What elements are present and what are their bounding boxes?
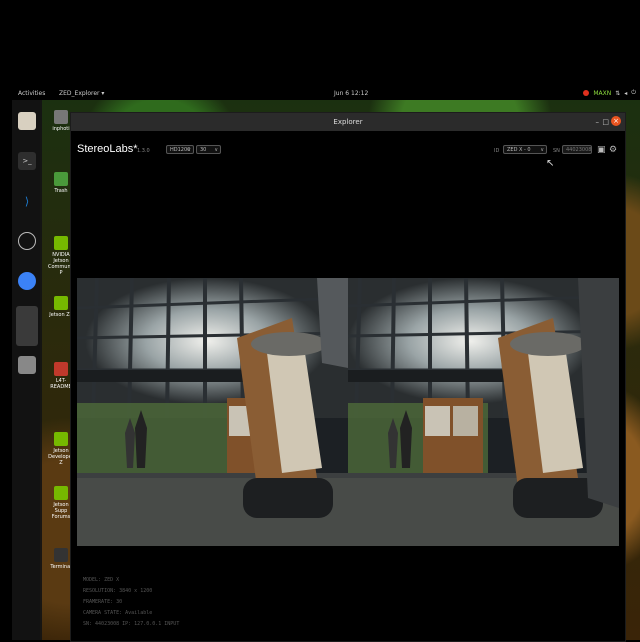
terminal-icon[interactable]: >_ <box>18 152 36 170</box>
nvidia-icon <box>54 296 68 310</box>
chevron-down-icon: ∨ <box>214 147 218 153</box>
chevron-down-icon: ∨ <box>540 147 544 153</box>
trash-icon <box>54 172 68 186</box>
brand-logo: StereoLabs* <box>77 143 138 155</box>
terminal-icon <box>54 548 68 562</box>
nvidia-icon <box>54 432 68 446</box>
id-label: ID <box>494 148 500 154</box>
chevron-down-icon: ∨ <box>187 147 191 153</box>
mouse-cursor-icon: ↖ <box>546 158 555 169</box>
clock[interactable]: Jun 6 12:12 <box>334 90 368 97</box>
obs-icon[interactable] <box>18 232 36 250</box>
camera-stream-view[interactable] <box>77 278 619 546</box>
dock: >_ ⟩ <box>12 100 42 640</box>
window-titlebar[interactable]: Explorer – □ × <box>71 113 625 131</box>
fps-select[interactable]: 30 ∨ <box>196 145 221 154</box>
right-camera-image <box>348 278 619 546</box>
record-indicator-icon <box>583 90 590 96</box>
close-button[interactable]: × <box>611 116 621 126</box>
file-icon <box>54 110 68 124</box>
info-line: RESOLUTION: 3840 x 1200 <box>83 588 153 594</box>
resolution-select[interactable]: HD1200 ∨ <box>166 145 194 154</box>
info-line: CAMERA STATE: Available <box>83 610 153 616</box>
power-mode-indicator[interactable]: MAXN <box>593 90 611 97</box>
power-icon[interactable]: ⏻ <box>631 89 636 97</box>
network-icon[interactable]: ⇅ <box>615 90 620 97</box>
minimize-button[interactable]: – <box>596 118 600 126</box>
activities-button[interactable]: Activities <box>18 90 45 97</box>
vscode-icon[interactable]: ⟩ <box>18 192 36 210</box>
system-tray[interactable]: MAXN ⇅ ◂ ⏻ <box>583 89 636 97</box>
chromium-icon[interactable] <box>18 272 36 290</box>
info-line: MODEL: ZED X <box>83 577 120 583</box>
camera-info-panel: MODEL: ZED X RESOLUTION: 3840 x 1200 FRA… <box>83 575 179 630</box>
serial-input[interactable]: 44023008 <box>562 145 592 154</box>
record-icon[interactable]: ▣ <box>597 145 606 155</box>
toolbar: StereoLabs* 1.3.0 HD1200 ∨ 30 ∨ ID ZED X… <box>71 137 625 157</box>
sn-label: SN <box>553 148 560 154</box>
nvidia-icon <box>54 486 68 500</box>
settings-gear-icon[interactable]: ⚙ <box>609 145 617 155</box>
nvidia-icon <box>54 236 68 250</box>
version-label: 1.3.0 <box>137 148 150 154</box>
top-bar: Activities ZED_Explorer ▾ Jun 6 12:12 MA… <box>0 86 640 100</box>
window-title: Explorer <box>333 118 363 126</box>
camera-select[interactable]: ZED X - 0 ∨ <box>503 145 547 154</box>
info-line: SN: 44023008 IP: 127.0.0.1 INPUT <box>83 621 180 627</box>
files-icon[interactable] <box>18 112 36 130</box>
info-line: FRAMERATE: 30 <box>83 599 123 605</box>
left-camera-image <box>77 278 348 546</box>
app-menu[interactable]: ZED_Explorer ▾ <box>59 90 104 97</box>
maximize-button[interactable]: □ <box>602 118 609 126</box>
volume-icon[interactable]: ◂ <box>624 90 627 97</box>
drive-icon[interactable] <box>18 356 36 374</box>
explorer-window: Explorer – □ × StereoLabs* 1.3.0 HD1200 … <box>70 112 626 642</box>
app-icon[interactable] <box>16 306 38 346</box>
folder-icon <box>54 362 68 376</box>
